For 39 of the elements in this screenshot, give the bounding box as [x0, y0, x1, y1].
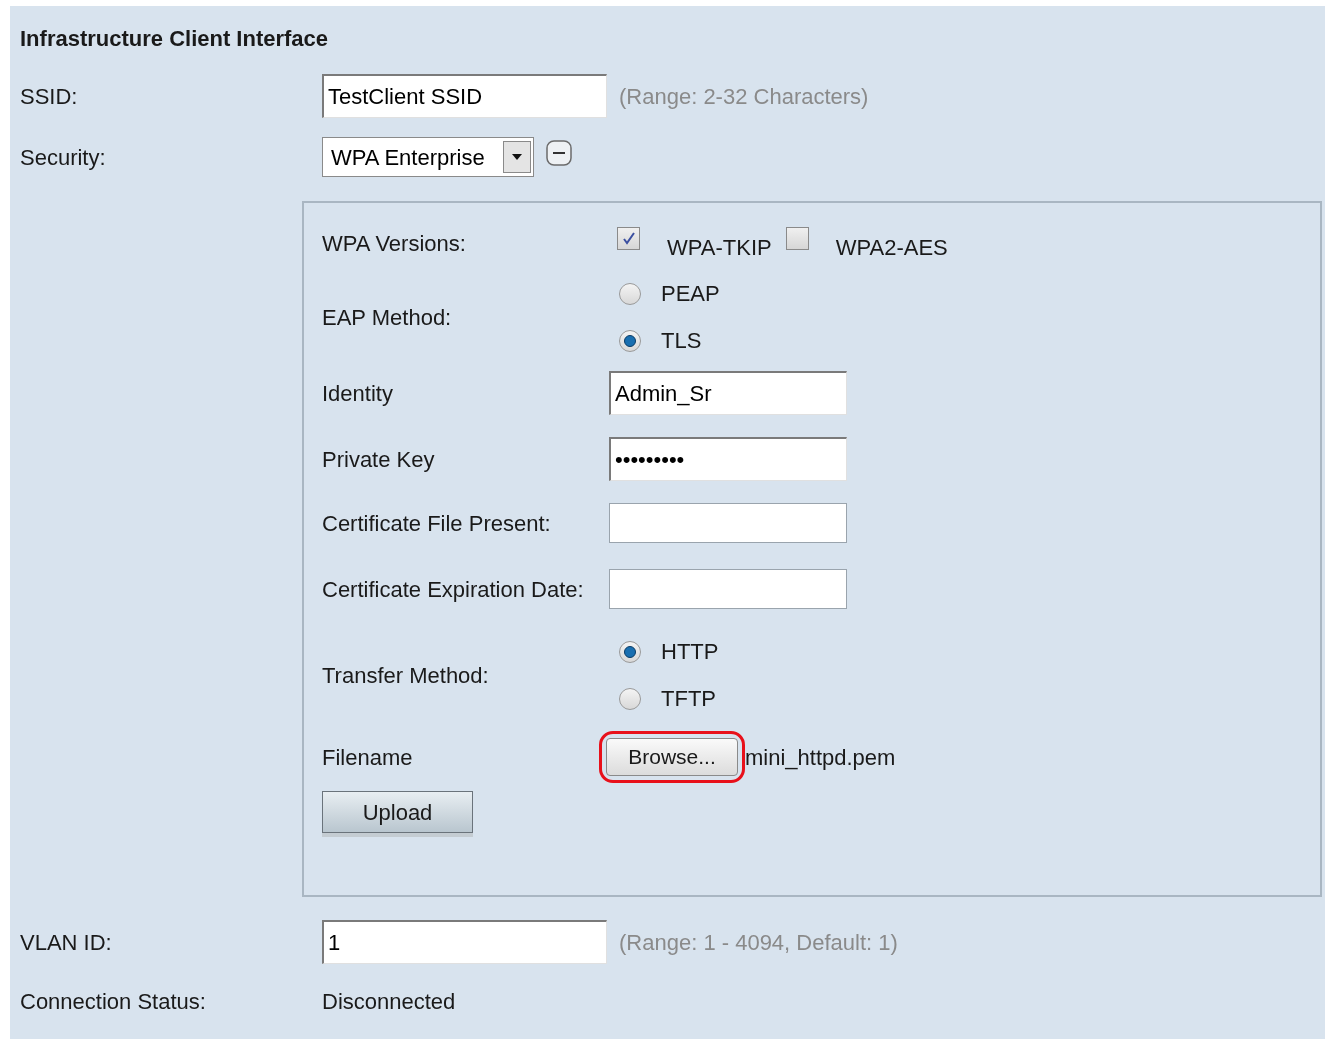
text-field[interactable] — [609, 569, 847, 609]
field-label: HTTP — [661, 638, 719, 666]
range-hint: (Range: 1 - 4094, Default: 1) — [619, 928, 898, 957]
checkbox[interactable] — [617, 227, 640, 250]
radio-button[interactable] — [619, 282, 641, 305]
collapse-icon[interactable] — [546, 140, 572, 166]
field-label: EAP Method: — [322, 304, 452, 330]
status-value: Disconnected — [322, 988, 456, 1016]
security-dropdown[interactable]: WPA Enterprise — [322, 137, 534, 177]
checkbox[interactable] — [785, 227, 809, 250]
field-label: Transfer Method: — [322, 662, 489, 688]
text-field[interactable]: ••••••••• — [609, 437, 847, 481]
checkbox-label: WPA-TKIP — [667, 234, 772, 262]
field-label: Connection Status: — [20, 989, 206, 1014]
field-label: TFTP — [661, 685, 716, 713]
field-label: PEAP — [661, 280, 720, 308]
radio-button[interactable] — [619, 329, 641, 352]
field-label: TLS — [661, 327, 702, 355]
checkbox-label: WPA2-AES — [835, 234, 948, 262]
browse-button[interactable]: Browse... — [606, 738, 738, 776]
field-label: Security: — [20, 144, 106, 170]
range-hint: (Range: 2-32 Characters) — [619, 82, 869, 111]
text-field[interactable]: TestClient SSID — [322, 74, 607, 118]
field-label: Identity — [322, 380, 393, 406]
text-field[interactable]: 1 — [322, 920, 607, 964]
field-label: Certificate File Present: — [322, 510, 551, 536]
radio-button[interactable] — [619, 640, 641, 663]
field-label: VLAN ID: — [20, 929, 112, 955]
text-field[interactable] — [609, 503, 847, 543]
field-label: Filename — [322, 744, 413, 770]
radio-button[interactable] — [619, 687, 641, 710]
check-icon — [620, 230, 637, 247]
text-field[interactable]: Admin_Sr — [609, 371, 847, 415]
field-label: Private Key — [322, 446, 435, 472]
file-name: mini_httpd.pem — [745, 743, 896, 772]
field-label: SSID: — [20, 83, 78, 109]
field-label: WPA Versions: — [322, 231, 466, 256]
field-label: Certificate Expiration Date: — [322, 576, 584, 602]
section-title: Infrastructure Client Interface — [20, 25, 330, 53]
